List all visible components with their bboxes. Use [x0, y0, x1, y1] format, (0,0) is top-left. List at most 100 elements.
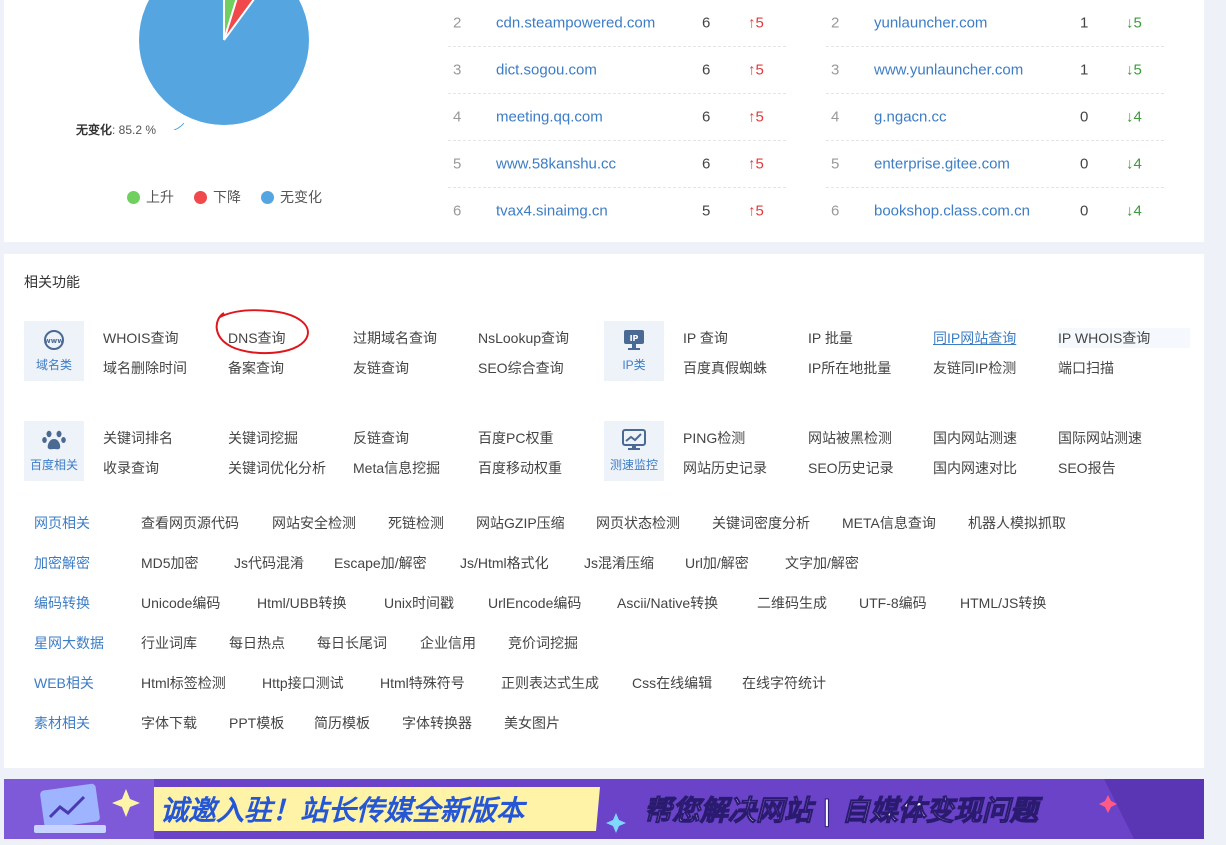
category-baidu[interactable]: 百度相关 [24, 421, 84, 481]
tool-link[interactable]: 每日热点 [229, 633, 285, 653]
tool-link[interactable]: HTML/JS转换 [960, 593, 1046, 613]
tool-link[interactable]: Http接口测试 [262, 673, 344, 693]
func-link[interactable]: IP WHOIS查询 [1058, 328, 1191, 348]
func-link[interactable]: 友链查询 [353, 358, 409, 378]
tool-row-label[interactable]: 素材相关 [34, 713, 90, 733]
func-link[interactable]: IP 批量 [808, 328, 853, 348]
tool-link[interactable]: 企业信用 [420, 633, 476, 653]
rank-change: ↑5 [748, 202, 764, 220]
func-link[interactable]: NsLookup查询 [478, 328, 569, 348]
tool-link[interactable]: UrlEncode编码 [488, 593, 581, 613]
func-link[interactable]: IP 查询 [683, 328, 728, 348]
domain-link[interactable]: bookshop.class.com.cn [874, 203, 1030, 220]
category-label: 域名类 [35, 358, 72, 372]
tool-link[interactable]: Html特殊符号 [380, 673, 465, 693]
tool-link[interactable]: Css在线编辑 [632, 673, 712, 693]
legend-down[interactable]: 下降 [194, 187, 241, 207]
func-link[interactable]: SEO综合查询 [478, 358, 564, 378]
tool-link[interactable]: Unix时间戳 [384, 593, 454, 613]
func-link[interactable]: 国内网速对比 [933, 458, 1017, 478]
tool-link[interactable]: 网站GZIP压缩 [476, 513, 565, 533]
tool-link[interactable]: 简历模板 [314, 713, 370, 733]
tool-row-label[interactable]: WEB相关 [34, 673, 94, 693]
domain-link[interactable]: enterprise.gitee.com [874, 156, 1010, 173]
func-link[interactable]: 关键词排名 [103, 428, 173, 448]
tool-link[interactable]: 正则表达式生成 [501, 673, 599, 693]
tool-link[interactable]: MD5加密 [141, 553, 199, 573]
func-link[interactable]: 网站被黑检测 [808, 428, 892, 448]
tool-link[interactable]: 机器人模拟抓取 [968, 513, 1066, 533]
func-link[interactable]: SEO历史记录 [808, 458, 894, 478]
tool-link[interactable]: Html/UBB转换 [257, 593, 346, 613]
tool-link[interactable]: 竞价词挖掘 [508, 633, 578, 653]
legend-up[interactable]: 上升 [127, 187, 174, 207]
tool-row-label[interactable]: 编码转换 [34, 593, 90, 613]
tool-link[interactable]: PPT模板 [229, 713, 284, 733]
tool-link[interactable]: 字体下载 [141, 713, 197, 733]
func-link[interactable]: SEO报告 [1058, 458, 1116, 478]
func-link[interactable]: 百度移动权重 [478, 458, 562, 478]
func-link[interactable]: 域名删除时间 [103, 358, 187, 378]
tool-link[interactable]: 文字加/解密 [785, 553, 859, 573]
func-link[interactable]: 关键词挖掘 [228, 428, 298, 448]
tool-link[interactable]: 美女图片 [504, 713, 560, 733]
laptop-icon [34, 783, 106, 833]
tool-link[interactable]: Ascii/Native转换 [617, 593, 718, 613]
tool-link[interactable]: 每日长尾词 [317, 633, 387, 653]
tool-row-label[interactable]: 网页相关 [34, 513, 90, 533]
func-link[interactable]: 收录查询 [103, 458, 159, 478]
tool-link[interactable]: 网页状态检测 [596, 513, 680, 533]
tool-link[interactable]: Html标签检测 [141, 673, 226, 693]
tool-link[interactable]: 网站安全检测 [272, 513, 356, 533]
tool-link[interactable]: UTF-8编码 [859, 593, 927, 613]
tool-link[interactable]: Js混淆压缩 [584, 553, 654, 573]
domain-link[interactable]: tvax4.sinaimg.cn [496, 203, 608, 220]
func-link[interactable]: 国际网站测速 [1058, 428, 1142, 448]
domain-link[interactable]: meeting.qq.com [496, 109, 603, 126]
func-link[interactable]: 反链查询 [353, 428, 409, 448]
tool-link[interactable]: Url加/解密 [685, 553, 749, 573]
domain-link[interactable]: dict.sogou.com [496, 62, 597, 79]
tool-link[interactable]: Js/Html格式化 [460, 553, 549, 573]
func-link[interactable]: WHOIS查询 [103, 328, 178, 348]
func-link[interactable]: 备案查询 [228, 358, 284, 378]
domain-link[interactable]: yunlauncher.com [874, 15, 987, 32]
tool-link[interactable]: META信息查询 [842, 513, 936, 533]
tool-link[interactable]: Escape加/解密 [334, 553, 427, 573]
domain-link[interactable]: g.ngacn.cc [874, 109, 947, 126]
func-link[interactable]: 关键词优化分析 [228, 458, 326, 478]
category-label: 测速监控 [609, 458, 658, 472]
func-link[interactable]: 国内网站测速 [933, 428, 1017, 448]
category-domain[interactable]: www 域名类 [24, 321, 84, 381]
func-link[interactable]: PING检测 [683, 428, 745, 448]
tool-link[interactable]: 字体转换器 [402, 713, 472, 733]
tool-row-label[interactable]: 星网大数据 [34, 633, 104, 653]
tool-link[interactable]: 行业词库 [141, 633, 197, 653]
category-ip[interactable]: IP IP类 [604, 321, 664, 381]
tool-row-label[interactable]: 加密解密 [34, 553, 90, 573]
domain-link[interactable]: www.58kanshu.cc [496, 156, 616, 173]
func-link[interactable]: Meta信息挖掘 [353, 458, 440, 478]
rank-change: ↓4 [1126, 108, 1142, 126]
func-link[interactable]: 友链同IP检测 [933, 358, 1016, 378]
category-label: IP类 [622, 358, 646, 372]
tool-link[interactable]: 查看网页源代码 [141, 513, 239, 533]
func-link[interactable]: 网站历史记录 [683, 458, 767, 478]
func-link[interactable]: 过期域名查询 [353, 328, 437, 348]
func-link[interactable]: 百度真假蜘蛛 [683, 358, 767, 378]
tool-link[interactable]: 在线字符统计 [742, 673, 826, 693]
func-link[interactable]: 端口扫描 [1058, 358, 1114, 378]
tool-link[interactable]: 死链检测 [388, 513, 444, 533]
tool-link[interactable]: 二维码生成 [757, 593, 827, 613]
func-link-active[interactable]: 同IP网站查询 [933, 328, 1016, 348]
promo-banner[interactable]: 诚邀入驻！站长传媒全新版本 帮您解决网站 | 自媒体变现问题 [4, 779, 1204, 839]
func-link[interactable]: IP所在地批量 [808, 358, 891, 378]
category-speed[interactable]: 测速监控 [604, 421, 664, 481]
domain-link[interactable]: cdn.steampowered.com [496, 15, 655, 32]
tool-link[interactable]: Unicode编码 [141, 593, 220, 613]
tool-link[interactable]: 关键词密度分析 [712, 513, 810, 533]
domain-link[interactable]: www.yunlauncher.com [874, 62, 1023, 79]
tool-link[interactable]: Js代码混淆 [234, 553, 304, 573]
func-link[interactable]: 百度PC权重 [478, 428, 553, 448]
legend-unchanged[interactable]: 无变化 [261, 187, 322, 207]
